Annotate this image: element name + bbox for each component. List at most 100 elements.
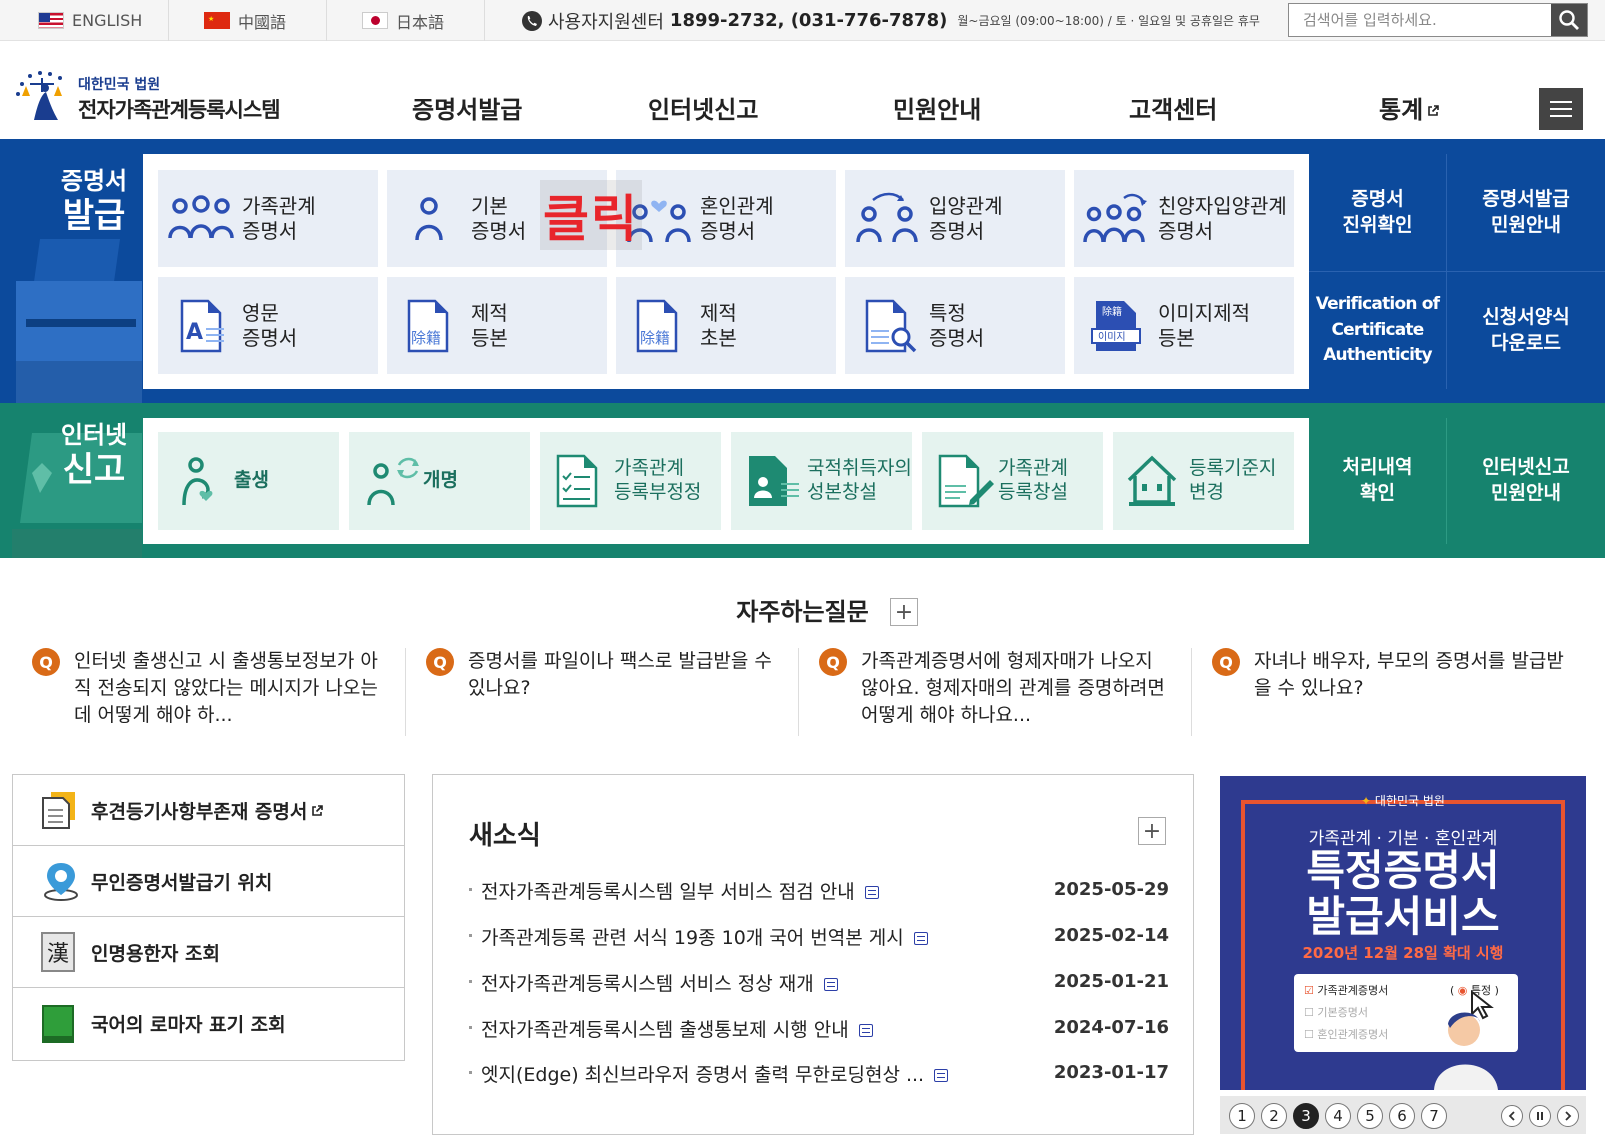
tile-removed-register-abstract[interactable]: 除籍 제적 초본 bbox=[616, 277, 836, 374]
banner-page-button[interactable]: 7 bbox=[1421, 1103, 1447, 1129]
tile-birth-report[interactable]: 출생 bbox=[158, 432, 339, 530]
tile-label: 국적취득자의 성본창설 bbox=[807, 457, 912, 503]
certificate-section-title: 증명서 발급 bbox=[60, 167, 128, 236]
site-search bbox=[1288, 3, 1588, 37]
tile-register-correction[interactable]: 가족관계 등록부정정 bbox=[540, 432, 721, 530]
lang-japanese-link[interactable]: 日本語 bbox=[362, 0, 444, 41]
all-menu-button[interactable] bbox=[1539, 88, 1583, 130]
news-item[interactable]: 엣지(Edge) 최신브라우저 증명서 출력 무한로딩현상 ... 2023-01… bbox=[469, 1058, 1169, 1088]
tile-name-change[interactable]: 개명 bbox=[349, 432, 530, 530]
news-item[interactable]: 가족관계등록 관련 서식 19종 10개 국어 번역본 게시 2025-02-14 bbox=[469, 921, 1169, 951]
search-input[interactable] bbox=[1289, 4, 1549, 36]
support-hours: 월~금요일 (09:00~18:00) / 토 · 일요일 및 공휴일은 휴무 bbox=[957, 14, 1260, 28]
quicklink-guardianship-cert[interactable]: 후견등기사항부존재 증명서 bbox=[13, 775, 404, 846]
english-doc-icon: A bbox=[180, 299, 224, 352]
banner-page-button[interactable]: 1 bbox=[1229, 1103, 1255, 1129]
tile-specific-cert[interactable]: 특정 증명서 bbox=[845, 277, 1065, 374]
japan-flag-icon bbox=[362, 12, 388, 29]
checklist-doc-icon bbox=[556, 454, 598, 508]
nav-internet-report[interactable]: 인터넷신고 bbox=[648, 90, 758, 136]
man-illustration bbox=[1434, 1012, 1498, 1090]
process-history-link[interactable]: 처리내역 확인 bbox=[1309, 418, 1447, 544]
nav-certificate[interactable]: 증명서발급 bbox=[412, 90, 522, 136]
document-icon bbox=[42, 792, 75, 829]
faq-question: 가족관계증명서에 형제자매가 나오지 않아요. 형제자매의 관계를 증명하려면 … bbox=[861, 650, 1165, 726]
id-doc-icon bbox=[749, 456, 799, 506]
banner-org: ✦ 대한민국 법원 bbox=[1361, 794, 1445, 808]
support-phone: 1899-2732, (031-776-7878) bbox=[669, 10, 948, 31]
chevron-left-icon bbox=[1508, 1111, 1515, 1121]
faq-item[interactable]: Q 자녀나 배우자, 부모의 증명서를 발급받을 수 있나요? bbox=[1192, 648, 1585, 736]
tile-label: 등록기준지 변경 bbox=[1189, 457, 1277, 503]
nav-customer-center[interactable]: 고객센터 bbox=[1129, 90, 1217, 136]
news-item[interactable]: 전자가족관계등록시스템 일부 서비스 점검 안내 2025-05-29 bbox=[469, 875, 1169, 905]
document-icon bbox=[823, 978, 838, 991]
tile-family-relation-cert[interactable]: 가족관계 증명서 bbox=[158, 170, 378, 267]
promo-banner[interactable]: ✦ 대한민국 법원 가족관계 · 기본 · 혼인관계 특정증명서 발급서비스 20… bbox=[1220, 776, 1586, 1090]
family-people-icon bbox=[168, 194, 234, 238]
site-logo[interactable]: 대한민국 법원 전자가족관계등록시스템 bbox=[12, 68, 302, 128]
news-more-button[interactable]: + bbox=[1138, 817, 1166, 845]
news-item[interactable]: 전자가족관계등록시스템 출생통보제 시행 안내 2024-07-16 bbox=[469, 1013, 1169, 1043]
tile-register-creation[interactable]: 가족관계 등록창설 bbox=[922, 432, 1103, 530]
banner-prev-button[interactable] bbox=[1501, 1105, 1523, 1127]
lang-chinese-link[interactable]: ★ 中國語 bbox=[204, 0, 286, 41]
tile-label: 기본 증명서 bbox=[471, 193, 527, 243]
tile-removed-register-full[interactable]: 除籍 제적 등본 bbox=[387, 277, 607, 374]
search-button[interactable] bbox=[1551, 4, 1587, 36]
news-item[interactable]: 전자가족관계등록시스템 서비스 정상 재개 2025-01-21 bbox=[469, 967, 1169, 997]
banner-page-button[interactable]: 3 bbox=[1293, 1103, 1319, 1129]
chevron-right-icon bbox=[1565, 1111, 1572, 1121]
logo-title: 전자가족관계등록시스템 bbox=[78, 98, 281, 122]
document-icon bbox=[934, 1069, 949, 1082]
tile-nationality-surname[interactable]: 국적취득자의 성본창설 bbox=[731, 432, 912, 530]
nav-civil-guide[interactable]: 민원안내 bbox=[893, 90, 981, 136]
faq-item[interactable]: Q 가족관계증명서에 형제자매가 나오지 않아요. 형제자매의 관계를 증명하려… bbox=[799, 648, 1192, 736]
report-guide-link[interactable]: 인터넷신고 민원안내 bbox=[1447, 418, 1605, 544]
support-label: 사용자지원센터 bbox=[548, 11, 664, 33]
tile-image-removed-register[interactable]: 除籍 이미지 이미지제적 등본 bbox=[1074, 277, 1294, 374]
verification-english-link[interactable]: Verification of Certificate Authenticity bbox=[1309, 272, 1447, 389]
tile-registration-base-change[interactable]: 등록기준지 변경 bbox=[1113, 432, 1294, 530]
tile-label: 특정 증명서 bbox=[929, 300, 985, 350]
tile-marriage-cert[interactable]: 혼인관계 증명서 bbox=[616, 170, 836, 267]
tile-english-cert[interactable]: A 영문 증명서 bbox=[158, 277, 378, 374]
tile-label: 출생 bbox=[234, 469, 269, 492]
map-pin-icon bbox=[44, 863, 78, 901]
lang-english-link[interactable]: ENGLISH bbox=[38, 0, 142, 41]
support-center: 사용자지원센터 1899-2732, (031-776-7878) 월~금요일 … bbox=[522, 0, 1260, 41]
search-icon bbox=[1559, 10, 1579, 30]
removed-register-doc-icon: 除籍 bbox=[636, 299, 678, 352]
quicklink-romanization[interactable]: 국어의 로마자 표기 조회 bbox=[13, 988, 404, 1059]
nav-statistics[interactable]: 통계 bbox=[1379, 90, 1440, 136]
question-badge-icon: Q bbox=[819, 648, 847, 676]
banner-page-button[interactable]: 4 bbox=[1325, 1103, 1351, 1129]
faq-item[interactable]: Q 증명서를 파일이나 팩스로 발급받을 수 있나요? bbox=[406, 648, 799, 736]
quicklink-name-hanja[interactable]: 漢 인명용한자 조회 bbox=[13, 917, 404, 988]
faq-more-button[interactable]: + bbox=[890, 598, 918, 626]
tile-full-adoption-cert[interactable]: 친양자입양관계 증명서 bbox=[1074, 170, 1294, 267]
banner-pause-button[interactable] bbox=[1529, 1105, 1551, 1127]
us-flag-icon bbox=[38, 12, 64, 29]
form-download-link[interactable]: 신청서양식 다운로드 bbox=[1447, 272, 1605, 389]
logo-org: 대한민국 법원 bbox=[78, 77, 161, 93]
quicklink-kiosk-location[interactable]: 무인증명서발급기 위치 bbox=[13, 846, 404, 917]
pause-icon bbox=[1537, 1112, 1543, 1120]
tile-label: 입양관계 증명서 bbox=[929, 193, 1003, 243]
tile-label: 제적 등본 bbox=[471, 300, 508, 350]
news-title: 새소식 bbox=[469, 821, 541, 851]
rename-person-icon bbox=[367, 457, 419, 506]
banner-page-button[interactable]: 2 bbox=[1261, 1103, 1287, 1129]
faq-item[interactable]: Q 인터넷 출생신고 시 출생통보정보가 아직 전송되지 않았다는 메시지가 나… bbox=[12, 648, 405, 736]
certificate-guide-link[interactable]: 증명서발급 민원안내 bbox=[1447, 154, 1605, 272]
faq-title: 자주하는질문 bbox=[736, 598, 869, 626]
nav-statistics-label: 통계 bbox=[1379, 96, 1424, 124]
tile-label: 가족관계 등록부정정 bbox=[614, 457, 702, 503]
certificate-section: 증명서 발급 가족관계 증명서 기본 증명서 혼인관계 증명서 입양관계 증명서 친양자… bbox=[0, 139, 1605, 403]
verify-certificate-link[interactable]: 증명서 진위확인 bbox=[1309, 154, 1447, 272]
banner-page-button[interactable]: 5 bbox=[1357, 1103, 1383, 1129]
tile-adoption-cert[interactable]: 입양관계 증명서 bbox=[845, 170, 1065, 267]
banner-page-button[interactable]: 6 bbox=[1389, 1103, 1415, 1129]
question-badge-icon: Q bbox=[1212, 648, 1240, 676]
banner-next-button[interactable] bbox=[1557, 1105, 1579, 1127]
